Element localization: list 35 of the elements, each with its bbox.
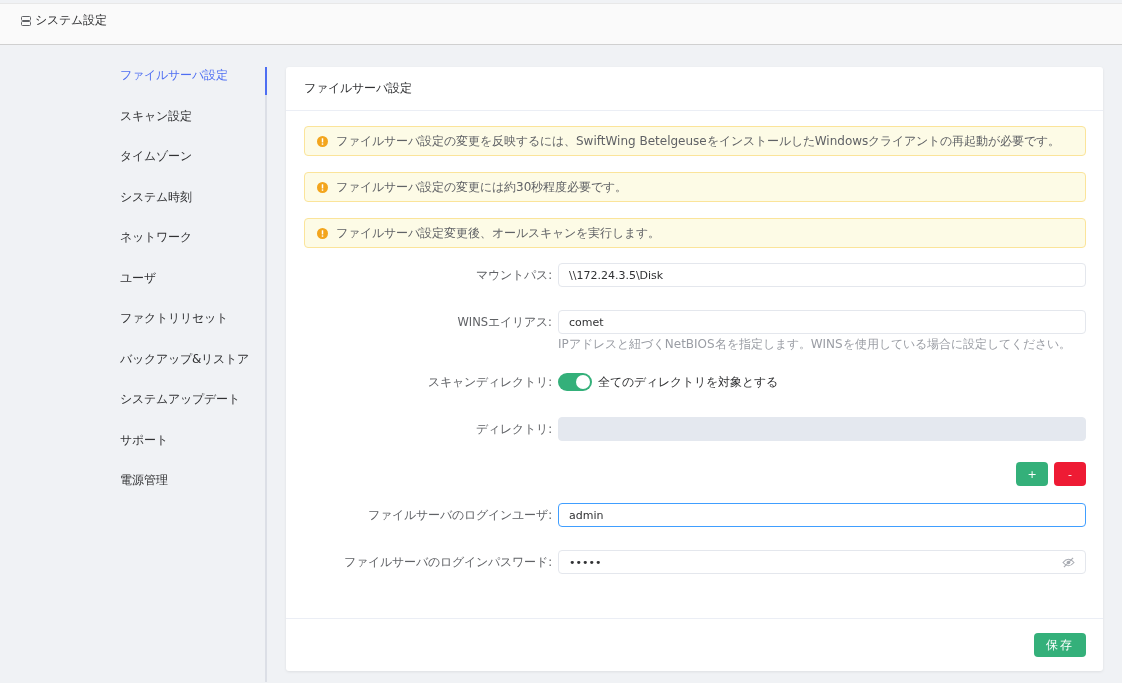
field-label: ディレクトリ:: [475, 421, 553, 438]
warning-icon: [317, 227, 328, 239]
sidebar-item[interactable]: 電源管理: [120, 472, 265, 513]
input-field[interactable]: comet: [558, 310, 1086, 334]
warning-icon: [317, 135, 328, 147]
toggle-switch[interactable]: [558, 373, 592, 391]
sidebar-item[interactable]: タイムゾーン: [120, 148, 265, 189]
remove-button[interactable]: -: [1054, 462, 1086, 486]
input-field[interactable]: •••••: [558, 550, 1086, 574]
eye-slash-icon[interactable]: [1062, 556, 1075, 568]
field-label: スキャンディレクトリ:: [427, 374, 553, 391]
field-label: WINSエイリアス:: [456, 314, 553, 331]
input-field[interactable]: admin: [558, 503, 1086, 527]
field-hint: IPアドレスと紐づくNetBIOS名を指定します。WINSを使用している場合に設定してください。: [558, 336, 1072, 353]
sidebar-item[interactable]: システムアップデート: [120, 391, 265, 432]
field-label: マウントパス:: [475, 267, 553, 284]
sidebar-item[interactable]: ファイルサーバ設定: [120, 67, 265, 108]
field-label: ファイルサーバのログインパスワード:: [343, 554, 553, 571]
page-title: システム設定: [35, 13, 107, 28]
card-title: ファイルサーバ設定: [286, 67, 1103, 111]
sidebar-item[interactable]: バックアップ&リストア: [120, 350, 265, 391]
alert-text: ファイルサーバ設定の変更には約30秒程度必要です。: [336, 178, 628, 196]
sidebar-item[interactable]: サポート: [120, 431, 265, 472]
alert-text: ファイルサーバ設定変更後、オールスキャンを実行します。: [336, 224, 660, 242]
sidebar-item[interactable]: システム時刻: [120, 188, 265, 229]
sidebar-item[interactable]: スキャン設定: [120, 107, 265, 148]
sidebar-item[interactable]: ネットワーク: [120, 229, 265, 270]
warning-icon: [317, 181, 328, 193]
input-field[interactable]: \\172.24.3.5\Disk: [558, 263, 1086, 287]
sidebar-item[interactable]: ファクトリリセット: [120, 310, 265, 351]
field-label: ファイルサーバのログインユーザ:: [367, 507, 553, 524]
alert-text: ファイルサーバ設定の変更を反映するには、SwiftWing BetelgeuseをインストールしたWindowsクライアントの再起動が必要です。: [336, 132, 1061, 150]
switch-label: 全てのディレクトリを対象とする: [598, 374, 778, 390]
sidebar-item[interactable]: ユーザ: [120, 269, 265, 310]
server-icon: [21, 16, 31, 26]
